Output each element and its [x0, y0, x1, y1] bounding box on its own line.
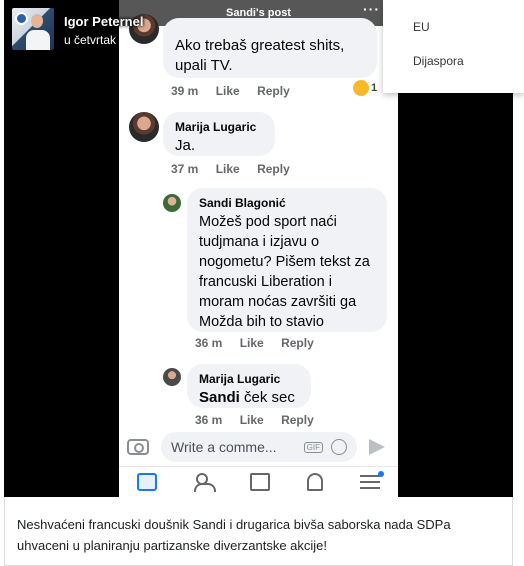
bell-icon: [307, 473, 324, 491]
comment-text: Ja.: [175, 137, 196, 154]
menu-icon: [359, 471, 384, 489]
camera-icon: [127, 439, 149, 455]
comment-input: Write a comme... GIF: [161, 432, 357, 462]
reaction-count: 1: [371, 82, 378, 94]
gif-icon: GIF: [303, 441, 323, 453]
comment-text-rest: ček sec: [239, 389, 295, 406]
post-caption: Neshvaćeni francuski doušnik Sandi i dru…: [17, 517, 451, 553]
like-link: Like: [215, 84, 240, 98]
comment-bubble: Marija Lugaric Sandi ček sec: [187, 364, 311, 408]
home-icon: [137, 473, 158, 491]
avatar-face: [31, 14, 43, 28]
reply-link: Reply: [257, 84, 290, 98]
comment-bubble: Sandi Blagonić Možeš pod sport naći tudj…: [187, 188, 387, 332]
like-link: Like: [215, 162, 240, 176]
comment-bubble: Marija Lugaric Ja.: [163, 112, 275, 156]
comment-text: Sandi ček sec: [199, 388, 299, 408]
mention-tag: Sandi: [199, 389, 240, 406]
like-link: Like: [239, 413, 264, 427]
reply-link: Reply: [281, 336, 314, 350]
post-time[interactable]: u četvrtak: [64, 33, 143, 47]
commenter-avatar: [129, 112, 159, 142]
comment-bubble: Ako trebaš greatest shits, upali TV.: [163, 18, 377, 78]
dropdown-item-eu[interactable]: EU: [383, 20, 524, 54]
comment-time: 37 m: [171, 162, 199, 176]
avatar-shirt: [26, 30, 50, 50]
clock-icon: [15, 12, 28, 25]
post-header: Igor Peternel u četvrtak: [12, 8, 143, 50]
comment-meta: 36 m Like Reply: [195, 413, 328, 427]
friends-icon: [193, 473, 216, 492]
poster-avatar[interactable]: [12, 8, 54, 50]
comment-time: 36 m: [195, 413, 223, 427]
phone-screenshot: Sandi's post ··· Ako trebaš greatest shi…: [119, 0, 398, 497]
haha-reaction-icon: [353, 80, 369, 96]
comment-meta: 36 m Like Reply: [195, 336, 328, 350]
comment-text: Ako trebaš greatest shits, upali TV.: [175, 37, 345, 74]
poster-name[interactable]: Igor Peternel: [64, 14, 143, 29]
comment-meta: 39 m Like Reply: [171, 84, 304, 98]
comment-composer: Write a comme... GIF: [119, 428, 398, 466]
marketplace-icon: [250, 473, 271, 491]
comment-author: Marija Lugaric: [199, 372, 281, 386]
comment-input-placeholder: Write a comme...: [171, 439, 277, 455]
dropdown-item-dijaspora[interactable]: Dijaspora: [383, 54, 524, 88]
comment-time: 36 m: [195, 336, 223, 350]
send-icon: [369, 439, 385, 455]
comment-text: Možeš pod sport naći tudjmana i izjavu o…: [199, 214, 370, 330]
comment-author: Sandi Blagonić: [199, 196, 286, 210]
emoji-icon: [331, 439, 347, 455]
comment-meta: 37 m Like Reply: [171, 162, 304, 176]
category-dropdown: EU Dijaspora: [383, 0, 524, 93]
comment-time: 39 m: [171, 84, 199, 98]
phone-tab-bar: [119, 466, 398, 497]
like-link: Like: [239, 336, 264, 350]
reply-link: Reply: [257, 162, 290, 176]
commenter-avatar: [163, 368, 181, 386]
reply-link: Reply: [281, 413, 314, 427]
commenter-avatar: [163, 194, 181, 212]
comment-author: Marija Lugaric: [175, 120, 257, 134]
